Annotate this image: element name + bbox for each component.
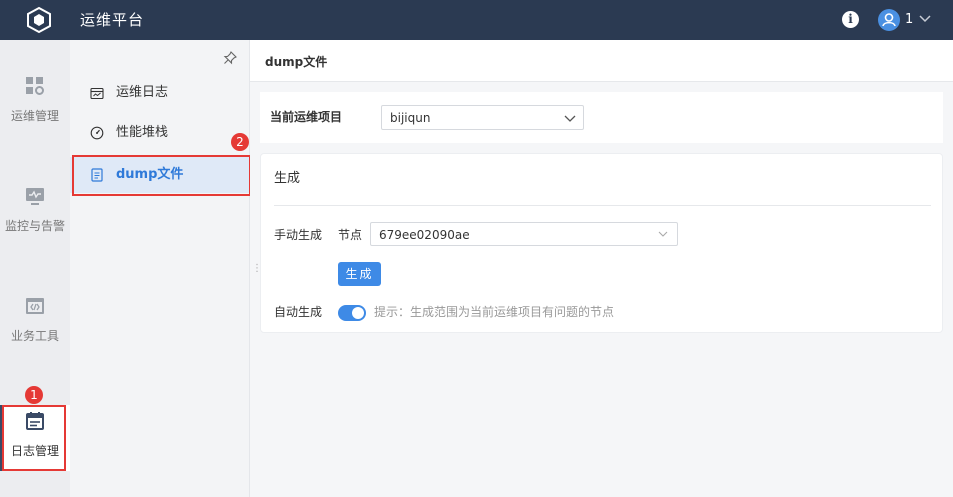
subnav-item-label: 性能堆栈 bbox=[116, 125, 169, 140]
step-badge-2: 2 bbox=[231, 133, 249, 151]
auto-generate-toggle[interactable] bbox=[338, 305, 366, 321]
resize-handle-icon[interactable]: ⋮ bbox=[252, 262, 262, 276]
highlight-box-rail bbox=[2, 405, 66, 471]
gauge-icon bbox=[90, 126, 104, 140]
chevron-down-icon[interactable] bbox=[918, 11, 932, 25]
secondary-nav: 运维日志 性能堆栈 dump文件 bbox=[70, 40, 250, 497]
project-selector-card: 当前运维项目 bijiqun bbox=[260, 92, 943, 143]
highlight-box-subnav bbox=[72, 155, 251, 196]
generate-card: 生成 手动生成 节点 679ee02090ae 生成 自动生成 提示：生成范围为… bbox=[260, 153, 943, 333]
page-title: dump文件 bbox=[265, 55, 328, 69]
toggle-knob bbox=[352, 307, 364, 319]
monitor-icon bbox=[26, 188, 44, 205]
code-window-icon bbox=[26, 298, 44, 314]
node-select-value: 679ee02090ae bbox=[379, 228, 470, 242]
subnav-item-perf-stack[interactable]: 性能堆栈 bbox=[70, 115, 250, 151]
project-select[interactable]: bijiqun bbox=[381, 105, 584, 130]
apps-grid-icon bbox=[26, 77, 44, 95]
user-name[interactable]: 1 bbox=[905, 11, 913, 28]
rail-item-label: 监控与告警 bbox=[4, 219, 65, 233]
top-bar: 运维平台 i 1 bbox=[0, 0, 953, 40]
rail-item-label: 运维管理 bbox=[10, 109, 59, 123]
rail-item-ops-management[interactable]: 运维管理 bbox=[0, 75, 70, 124]
calendar-icon bbox=[90, 87, 104, 100]
main-content: dump文件 当前运维项目 bijiqun 生成 手动生成 节点 679ee02… bbox=[250, 40, 953, 497]
rail-item-business-tools[interactable]: 业务工具 bbox=[0, 295, 70, 344]
generate-button[interactable]: 生成 bbox=[338, 262, 381, 286]
generate-card-title: 生成 bbox=[274, 171, 301, 186]
user-avatar-icon[interactable] bbox=[878, 9, 900, 31]
chevron-down-icon bbox=[658, 231, 668, 237]
auto-generate-hint: 提示：生成范围为当前运维项目有问题的节点 bbox=[374, 305, 615, 319]
rail-item-monitoring[interactable]: 监控与告警 bbox=[0, 185, 70, 234]
page-header: dump文件 bbox=[250, 40, 953, 82]
step-badge-1: 1 bbox=[25, 386, 43, 404]
project-select-value: bijiqun bbox=[390, 111, 431, 125]
auto-generate-label: 自动生成 bbox=[274, 305, 323, 319]
manual-generate-label: 手动生成 bbox=[274, 228, 323, 242]
node-label: 节点 bbox=[338, 228, 363, 242]
rail-item-label: 业务工具 bbox=[10, 329, 59, 343]
chevron-down-icon bbox=[564, 115, 576, 122]
node-select[interactable]: 679ee02090ae bbox=[370, 222, 678, 246]
divider bbox=[274, 205, 931, 206]
logo-cube-icon bbox=[27, 6, 51, 34]
info-icon[interactable]: i bbox=[842, 11, 859, 28]
subnav-item-label: 运维日志 bbox=[116, 85, 169, 100]
subnav-item-ops-log[interactable]: 运维日志 bbox=[70, 75, 250, 111]
current-project-label: 当前运维项目 bbox=[270, 110, 343, 124]
pin-icon[interactable] bbox=[223, 51, 237, 65]
app-title: 运维平台 bbox=[80, 11, 145, 29]
